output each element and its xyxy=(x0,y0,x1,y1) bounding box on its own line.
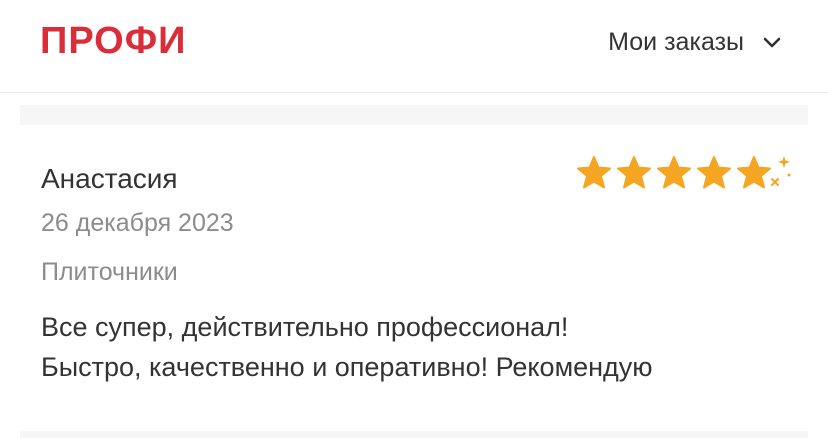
orders-menu-button[interactable]: Мои заказы xyxy=(608,28,782,57)
rating-stars xyxy=(577,156,791,189)
star-icon xyxy=(657,156,691,189)
star-icon xyxy=(617,156,651,189)
review-card: Анастасия 26 декабря 2023 Плиточники Все… xyxy=(20,125,808,431)
header: ПРОФИ Мои заказы xyxy=(0,0,828,93)
bottom-strip xyxy=(20,431,808,438)
review-date: 26 декабря 2023 xyxy=(41,209,234,237)
sparkle-icon xyxy=(771,156,791,186)
star-icon xyxy=(697,156,731,189)
orders-menu-label: Мои заказы xyxy=(608,28,744,56)
section-divider xyxy=(20,105,808,125)
star-icon xyxy=(577,156,611,189)
chevron-down-icon xyxy=(762,33,782,53)
review-text-line: Быстро, качественно и оперативно! Рекоме… xyxy=(41,352,653,382)
review-category: Плиточники xyxy=(41,258,178,286)
review-author: Анастасия xyxy=(41,163,178,194)
review-text-line: Все супер, действительно профессионал! xyxy=(41,312,569,342)
logo[interactable]: ПРОФИ xyxy=(40,20,186,63)
review-text: Все супер, действительно профессионал! Б… xyxy=(41,307,801,387)
star-icon xyxy=(737,156,771,189)
